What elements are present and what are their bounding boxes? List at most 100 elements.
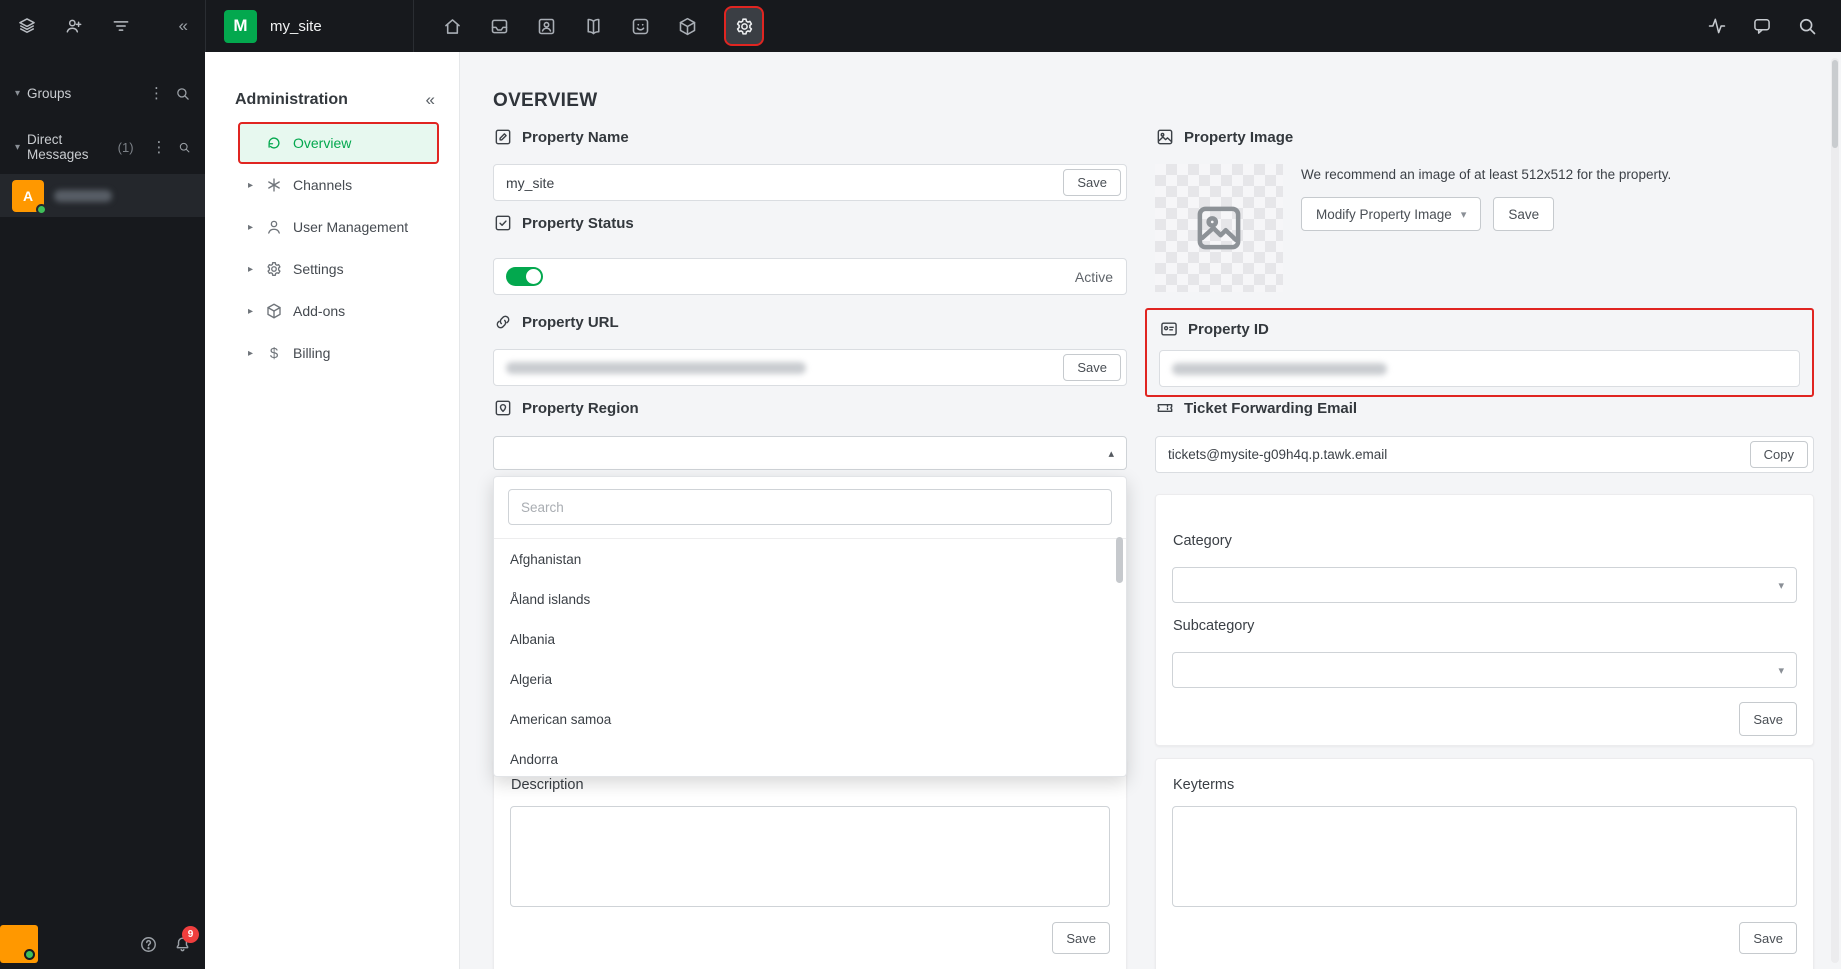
property-image-hint: We recommend an image of at least 512x51… [1301, 167, 1672, 182]
save-button[interactable]: Save [1739, 702, 1797, 736]
help-icon[interactable] [139, 935, 158, 954]
dropdown-scrollbar[interactable] [1116, 537, 1123, 583]
directory-card: Category ▾ Subcategory ▾ Save [1155, 494, 1814, 746]
region-search-input[interactable] [508, 489, 1112, 525]
kebab-icon[interactable]: ⋮ [148, 138, 171, 156]
region-option[interactable]: Afghanistan [494, 539, 1126, 579]
kebab-icon[interactable]: ⋮ [145, 84, 168, 102]
caret-right-icon[interactable]: ▸ [248, 222, 265, 233]
keyterms-textarea[interactable] [1172, 806, 1797, 907]
sidebar-item-overview[interactable]: Overview [238, 122, 439, 164]
rail-collapse-icon[interactable]: « [179, 16, 188, 36]
add-user-icon[interactable] [64, 16, 84, 36]
avatar-letter: A [22, 187, 34, 204]
caret-down-icon: ▾ [1778, 664, 1784, 677]
admin-sidebar-header: Administration « [205, 52, 459, 122]
admin-sidebar-title: Administration [235, 91, 348, 108]
property-url-field[interactable]: Save [493, 349, 1127, 386]
save-button[interactable]: Save [1063, 354, 1121, 381]
admin-sidebar: Administration « Overview ▸ Channels ▸ U… [205, 52, 460, 969]
property-region-select[interactable]: ▴ [493, 436, 1127, 470]
property-switcher[interactable]: M my_site [206, 0, 414, 52]
property-image-content: We recommend an image of at least 512x51… [1155, 164, 1814, 292]
property-url-redacted-value [506, 361, 806, 374]
caret-right-icon[interactable]: ▸ [248, 348, 265, 359]
main-scrollbar[interactable] [1831, 58, 1839, 963]
caret-down-icon: ▾ [15, 141, 21, 153]
search-icon[interactable] [178, 140, 190, 155]
sidebar-item-label: Overview [293, 135, 352, 151]
description-textarea[interactable] [510, 806, 1110, 907]
dm-list-item[interactable]: A [0, 174, 205, 217]
sidebar-item-label: Channels [293, 177, 353, 193]
messenger-rail: « ▾ Groups ⋮ ▾ Direct Messages (1) ⋮ A 9 [0, 0, 205, 969]
current-user-avatar[interactable] [0, 925, 38, 963]
copy-button[interactable]: Copy [1749, 441, 1808, 468]
online-status-dot [36, 203, 47, 215]
rail-toolbar: « [0, 0, 205, 52]
id-card-icon [1159, 319, 1179, 339]
save-button[interactable]: Save [1739, 922, 1797, 954]
inbox-icon[interactable] [489, 16, 510, 37]
region-option[interactable]: Albania [494, 619, 1126, 659]
user-management-icon [265, 218, 283, 236]
addons-icon [265, 302, 283, 320]
sidebar-item-addons[interactable]: ▸ Add-ons [238, 290, 439, 332]
property-id-section: Property ID [1145, 308, 1814, 397]
region-option[interactable]: Åland islands [494, 579, 1126, 619]
section-label-text: Ticket Forwarding Email [1184, 399, 1358, 417]
sidebar-item-billing[interactable]: ▸ $ Billing [238, 332, 439, 374]
search-icon[interactable] [1797, 16, 1817, 36]
region-option[interactable]: American samoa [494, 699, 1126, 739]
category-select[interactable]: ▾ [1172, 567, 1797, 603]
admin-sidebar-items: Overview ▸ Channels ▸ User Management ▸ … [205, 122, 459, 374]
region-option[interactable]: Algeria [494, 659, 1126, 699]
groups-label: Groups [27, 85, 72, 101]
contacts-icon[interactable] [536, 16, 557, 37]
sidebar-item-settings[interactable]: ▸ Settings [238, 248, 439, 290]
section-label-text: Property Image [1184, 128, 1294, 146]
modify-property-image-button[interactable]: Modify Property Image ▾ [1301, 197, 1482, 231]
property-image-section-label: Property Image [1155, 127, 1293, 147]
section-label-text: Property Name [522, 128, 629, 146]
property-name-field: Save [493, 164, 1127, 201]
topbar-right [1707, 16, 1841, 36]
chatbot-icon[interactable] [630, 16, 651, 37]
messaging-icon[interactable] [1752, 16, 1772, 36]
property-name-section-label: Property Name [493, 127, 629, 147]
direct-messages-section-header[interactable]: ▾ Direct Messages (1) ⋮ [0, 132, 205, 162]
property-name-input[interactable] [506, 174, 1064, 191]
save-button[interactable]: Save [1052, 922, 1110, 954]
ticket-icon [1155, 398, 1175, 418]
caret-right-icon[interactable]: ▸ [248, 264, 265, 275]
knowledge-base-icon[interactable] [583, 16, 604, 37]
sidebar-item-channels[interactable]: ▸ Channels [238, 164, 439, 206]
caret-right-icon[interactable]: ▸ [248, 180, 265, 191]
main-scrollbar-thumb[interactable] [1832, 60, 1838, 148]
caret-right-icon[interactable]: ▸ [248, 306, 265, 317]
property-logo: M [224, 9, 257, 43]
search-icon[interactable] [175, 86, 190, 101]
ticket-email-field: tickets@mysite-g09h4q.p.tawk.email Copy [1155, 436, 1814, 473]
administration-tab[interactable] [724, 6, 764, 46]
monitoring-icon[interactable] [1707, 16, 1727, 36]
property-region-section-label: Property Region [493, 398, 639, 418]
description-label: Description [511, 777, 584, 793]
home-icon[interactable] [442, 16, 463, 37]
sidebar-collapse-icon[interactable]: « [426, 90, 435, 110]
subcategory-select[interactable]: ▾ [1172, 652, 1797, 688]
bell-icon[interactable]: 9 [173, 926, 199, 954]
online-status-dot [24, 949, 35, 960]
status-toggle[interactable] [506, 267, 543, 286]
groups-section-header[interactable]: ▾ Groups ⋮ [0, 80, 205, 106]
topbar: M my_site [205, 0, 1841, 52]
save-button[interactable]: Save [1493, 197, 1555, 231]
save-button[interactable]: Save [1063, 169, 1121, 196]
caret-down-icon: ▾ [1778, 579, 1784, 592]
filter-icon[interactable] [111, 16, 131, 36]
region-option[interactable]: Andorra [494, 739, 1126, 779]
layers-icon[interactable] [17, 16, 37, 36]
apps-icon[interactable] [677, 16, 698, 37]
property-url-section-label: Property URL [493, 312, 619, 332]
sidebar-item-user-management[interactable]: ▸ User Management [238, 206, 439, 248]
